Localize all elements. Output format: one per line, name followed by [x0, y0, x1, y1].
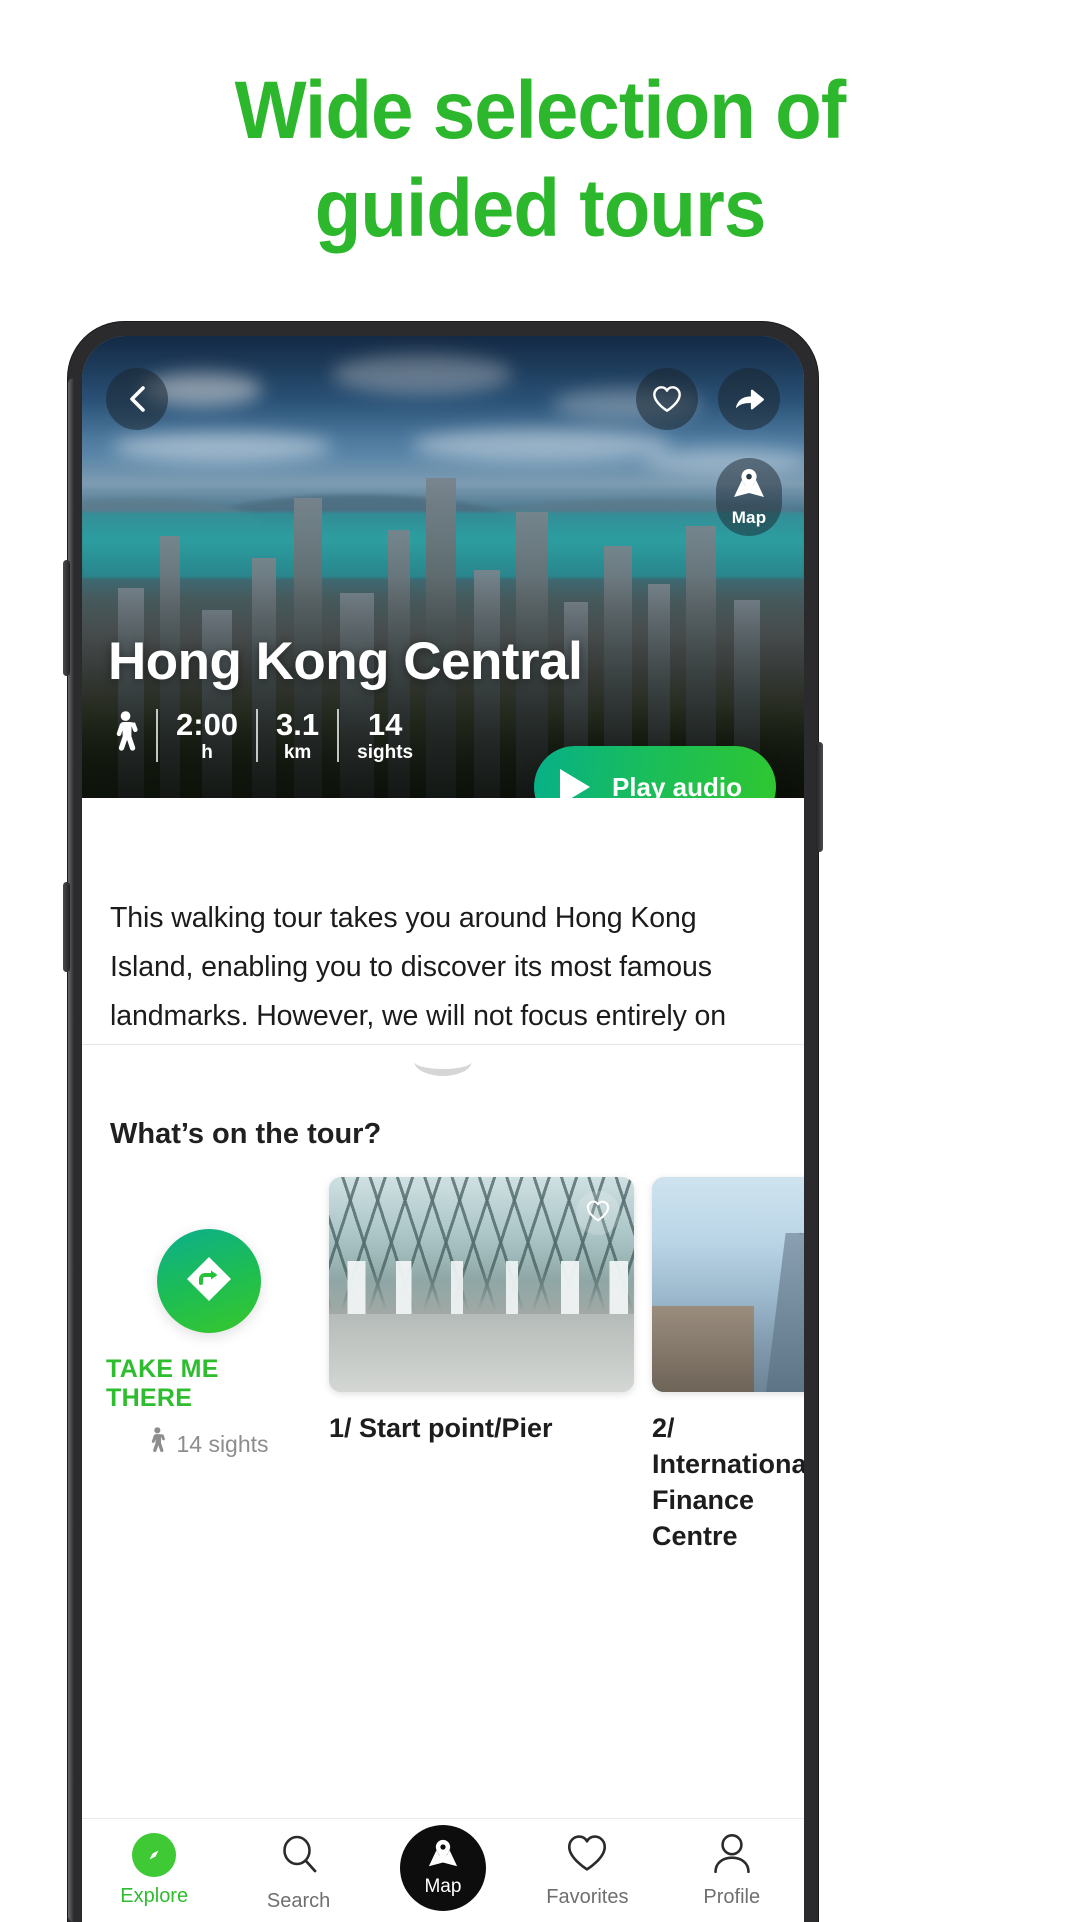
- heart-icon: [652, 385, 682, 413]
- stat-distance: 3.1 km: [256, 709, 337, 762]
- take-me-there-button[interactable]: TAKE ME THERE 14 sights: [106, 1177, 311, 1461]
- page-headline: Wide selection of guided tours: [38, 62, 1042, 258]
- nav-item-search[interactable]: Search: [226, 1833, 370, 1913]
- compass-icon: [132, 1833, 177, 1877]
- nav-label: Search: [266, 1890, 331, 1912]
- headline-line-1: Wide selection of: [234, 65, 847, 156]
- nav-item-map[interactable]: Map: [371, 1825, 515, 1911]
- nav-item-explore[interactable]: Explore: [82, 1833, 226, 1908]
- tour-stats: 2:00 h 3.1 km 14 sights: [110, 709, 431, 762]
- take-me-there-sub: 14 sights: [148, 1427, 269, 1461]
- map-pin-icon: [426, 1838, 460, 1875]
- walking-person-icon: [110, 711, 140, 760]
- sight-favorite-button[interactable]: [576, 1191, 620, 1235]
- sight-image-detail: [766, 1232, 804, 1392]
- map-pin-icon: [732, 467, 766, 506]
- stat-sights: 14 sights: [337, 709, 431, 762]
- chevron-left-icon: [124, 384, 150, 414]
- take-me-there-circle: [156, 1229, 261, 1333]
- tour-title: Hong Kong Central: [108, 632, 583, 691]
- person-icon: [711, 1833, 753, 1878]
- nav-item-profile[interactable]: Profile: [660, 1833, 804, 1909]
- headline-line-2: guided tours: [314, 163, 767, 254]
- sight-image-detail: [329, 1314, 634, 1392]
- map-fab-label: Map: [731, 507, 767, 527]
- nav-label: Explore: [120, 1885, 189, 1907]
- phone-screen: Map Hong Kong Central 2:00 h 3.1 km 14 s…: [82, 336, 804, 1922]
- stat-duration-value: 2:00: [176, 707, 239, 743]
- sight-thumbnail: [329, 1177, 634, 1392]
- sights-carousel[interactable]: TAKE ME THERE 14 sights 1/ Start point/P…: [82, 1151, 804, 1554]
- expand-description-toggle[interactable]: [82, 1044, 804, 1088]
- take-me-there-sub-label: 14 sights: [176, 1430, 269, 1457]
- tour-description: This walking tour takes you around Hong …: [110, 902, 727, 1032]
- nav-label: Profile: [703, 1886, 761, 1908]
- volume-up-button[interactable]: [63, 560, 70, 676]
- heart-icon: [586, 1200, 610, 1227]
- search-icon: [278, 1833, 320, 1882]
- play-audio-label: Play audio: [611, 771, 742, 799]
- nav-item-favorites[interactable]: Favorites: [515, 1833, 659, 1909]
- sight-card[interactable]: 2/ International Finance Centre: [652, 1177, 804, 1554]
- section-title: What’s on the tour?: [110, 1118, 382, 1150]
- stat-distance-value: 3.1: [276, 707, 320, 743]
- share-arrow-icon: [733, 385, 765, 413]
- nav-label: Map: [424, 1876, 462, 1897]
- walking-person-icon: [148, 1427, 166, 1461]
- power-button[interactable]: [816, 742, 823, 852]
- sight-image-detail: [652, 1306, 754, 1392]
- phone-mockup: Map Hong Kong Central 2:00 h 3.1 km 14 s…: [63, 322, 823, 1922]
- heart-icon: [566, 1833, 608, 1878]
- nav-label: Favorites: [546, 1886, 629, 1908]
- play-triangle-icon: [559, 769, 590, 798]
- stat-duration: 2:00 h: [156, 709, 256, 762]
- stat-distance-unit: km: [283, 741, 312, 763]
- sight-caption: 1/ Start point/Pier: [329, 1413, 553, 1443]
- stat-sights-unit: sights: [357, 741, 414, 763]
- bottom-navigation: Explore Search Map Favorites Profile: [82, 1818, 804, 1922]
- sight-card[interactable]: 1/ Start point/Pier: [329, 1177, 634, 1446]
- tour-hero: Map Hong Kong Central 2:00 h 3.1 km 14 s…: [82, 336, 804, 798]
- nav-map-pill[interactable]: Map: [399, 1825, 486, 1911]
- favorite-button[interactable]: [636, 368, 698, 430]
- stat-duration-unit: h: [201, 741, 213, 763]
- stat-sights-value: 14: [367, 707, 403, 743]
- sight-caption: 2/ International Finance Centre: [652, 1413, 804, 1551]
- volume-down-button[interactable]: [63, 882, 70, 972]
- chevron-down-icon: [414, 1058, 472, 1076]
- sight-thumbnail: [652, 1177, 804, 1392]
- play-audio-button[interactable]: Play audio: [533, 746, 776, 799]
- take-me-there-label: TAKE ME THERE: [106, 1355, 219, 1412]
- navigation-turn-right-icon: [183, 1253, 235, 1310]
- map-floating-button[interactable]: Map: [716, 458, 782, 536]
- back-button[interactable]: [106, 368, 168, 430]
- share-button[interactable]: [718, 368, 780, 430]
